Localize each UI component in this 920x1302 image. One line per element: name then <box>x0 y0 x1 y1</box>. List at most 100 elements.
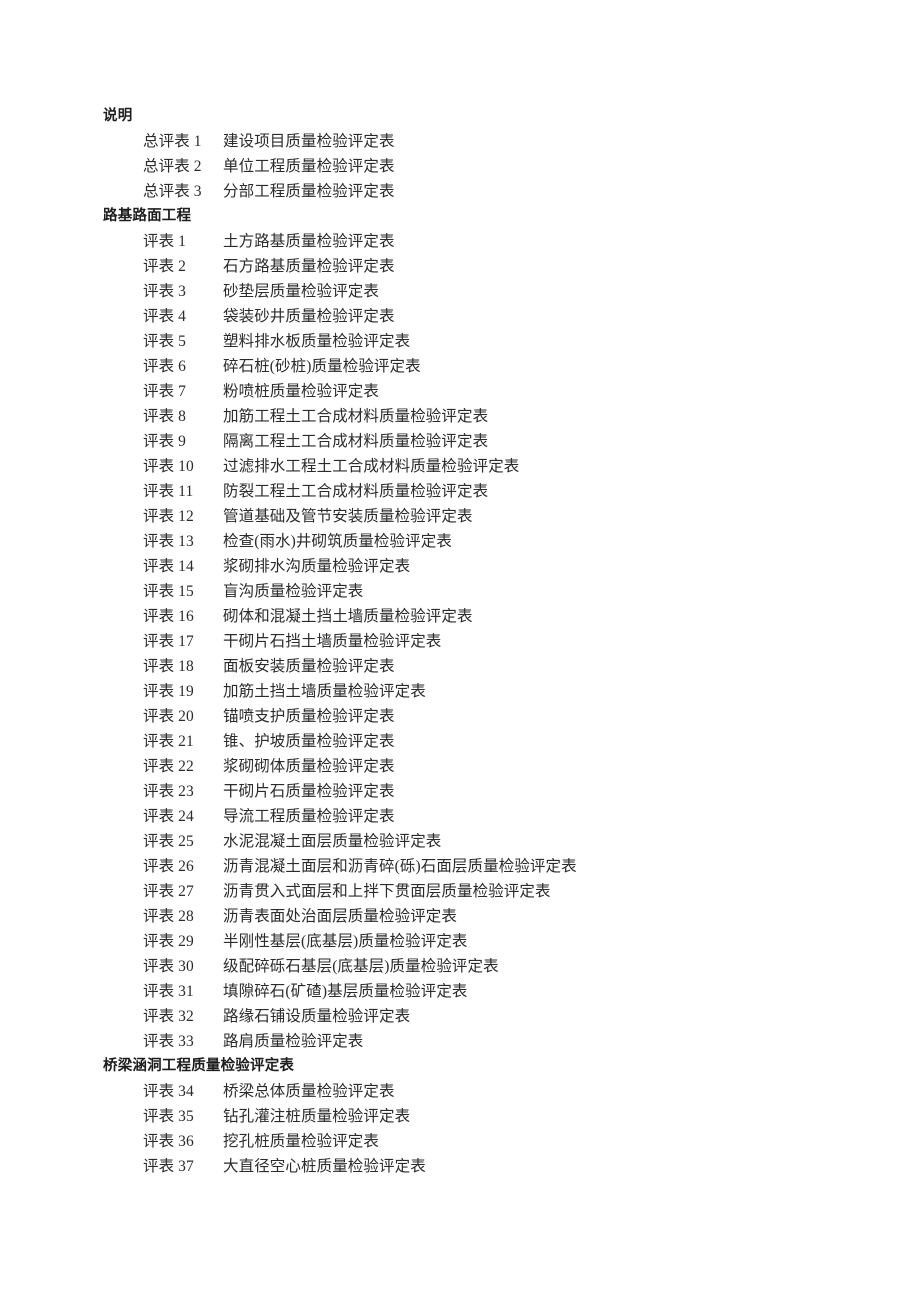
toc-entry[interactable]: 评表 20 锚喷支护质量检验评定表 <box>103 704 863 729</box>
toc-entry-label: 评表 27 <box>143 883 194 900</box>
toc-entry-label: 评表 21 <box>143 733 194 750</box>
toc-entry[interactable]: 评表 19 加筋土挡土墙质量检验评定表 <box>103 679 863 704</box>
toc-entry-label: 评表 15 <box>143 583 194 600</box>
toc-entry-label: 评表 23 <box>143 783 194 800</box>
toc-entry[interactable]: 评表 31 填隙碎石(矿碴)基层质量检验评定表 <box>103 979 863 1004</box>
toc-entry-label: 评表 7 <box>143 383 187 400</box>
toc-entry[interactable]: 评表 10 过滤排水工程土工合成材料质量检验评定表 <box>103 454 863 479</box>
toc-entry-title: 检查(雨水)井砌筑质量检验评定表 <box>223 533 452 550</box>
toc-entry-title: 路肩质量检验评定表 <box>223 1033 364 1050</box>
toc-entry-title: 粉喷桩质量检验评定表 <box>223 383 380 400</box>
section-heading: 说明 <box>103 108 133 124</box>
toc-entry[interactable]: 评表 7 粉喷桩质量检验评定表 <box>103 379 863 404</box>
toc-entry-title: 桥梁总体质量检验评定表 <box>223 1083 395 1100</box>
toc-entry-label: 评表 35 <box>143 1108 194 1125</box>
toc-entry-title: 大直径空心桩质量检验评定表 <box>223 1158 426 1175</box>
toc-entry[interactable]: 总评表 3 分部工程质量检验评定表 <box>103 179 863 204</box>
toc-entry[interactable]: 评表 36 挖孔桩质量检验评定表 <box>103 1129 863 1154</box>
toc-entry-title: 土方路基质量检验评定表 <box>223 233 395 250</box>
toc-entry-title: 加筋土挡土墙质量检验评定表 <box>223 683 426 700</box>
toc-entry-label: 评表 3 <box>143 283 187 300</box>
toc-entry-label: 评表 9 <box>143 433 187 450</box>
toc-entry-label: 评表 10 <box>143 458 194 475</box>
toc-entry[interactable]: 评表 15 盲沟质量检验评定表 <box>103 579 863 604</box>
toc-entry-label: 评表 30 <box>143 958 194 975</box>
toc-entry-title: 防裂工程土工合成材料质量检验评定表 <box>223 483 489 500</box>
toc-entry[interactable]: 评表 13 检查(雨水)井砌筑质量检验评定表 <box>103 529 863 554</box>
toc-entry[interactable]: 评表 37 大直径空心桩质量检验评定表 <box>103 1154 863 1179</box>
toc-entry[interactable]: 评表 4 袋装砂井质量检验评定表 <box>103 304 863 329</box>
toc-entry[interactable]: 评表 18 面板安装质量检验评定表 <box>103 654 863 679</box>
toc-entry-title: 面板安装质量检验评定表 <box>223 658 395 675</box>
toc-entry[interactable]: 评表 12 管道基础及管节安装质量检验评定表 <box>103 504 863 529</box>
toc-entry-title: 填隙碎石(矿碴)基层质量检验评定表 <box>223 983 468 1000</box>
toc-entry-label: 评表 33 <box>143 1033 194 1050</box>
toc-entry-title: 沥青贯入式面层和上拌下贯面层质量检验评定表 <box>223 883 551 900</box>
toc-entry-label: 评表 25 <box>143 833 194 850</box>
toc-entry[interactable]: 评表 9 隔离工程土工合成材料质量检验评定表 <box>103 429 863 454</box>
toc-entry-label: 评表 8 <box>143 408 187 425</box>
toc-entry[interactable]: 评表 14 浆砌排水沟质量检验评定表 <box>103 554 863 579</box>
document-page: 说明总评表 1 建设项目质量检验评定表 总评表 2 单位工程质量检验评定表 总评表 3 分… <box>0 0 920 1302</box>
toc-entry-title: 挖孔桩质量检验评定表 <box>223 1133 380 1150</box>
toc-entry[interactable]: 评表 30 级配碎砾石基层(底基层)质量检验评定表 <box>103 954 863 979</box>
toc-entry-label: 评表 1 <box>143 233 187 250</box>
toc-entry-title: 半刚性基层(底基层)质量检验评定表 <box>223 933 468 950</box>
toc-entry-title: 导流工程质量检验评定表 <box>223 808 395 825</box>
toc-entry-label: 评表 14 <box>143 558 194 575</box>
toc-entry-label: 评表 28 <box>143 908 194 925</box>
toc-entry-label: 评表 17 <box>143 633 194 650</box>
toc-entry[interactable]: 评表 5 塑料排水板质量检验评定表 <box>103 329 863 354</box>
toc-entry[interactable]: 评表 8 加筋工程土工合成材料质量检验评定表 <box>103 404 863 429</box>
toc-entry[interactable]: 评表 23 干砌片石质量检验评定表 <box>103 779 863 804</box>
toc-entry-label: 评表 16 <box>143 608 194 625</box>
toc-entry[interactable]: 评表 16 砌体和混凝土挡土墙质量检验评定表 <box>103 604 863 629</box>
toc-entry[interactable]: 评表 26 沥青混凝土面层和沥青碎(砾)石面层质量检验评定表 <box>103 854 863 879</box>
toc-entry-label: 评表 12 <box>143 508 194 525</box>
toc-entry-label: 评表 19 <box>143 683 194 700</box>
toc-entry[interactable]: 评表 34 桥梁总体质量检验评定表 <box>103 1079 863 1104</box>
toc-entry[interactable]: 评表 1 土方路基质量检验评定表 <box>103 229 863 254</box>
toc-section: 桥梁涵洞工程质量检验评定表评表 34 桥梁总体质量检验评定表 评表 35 钻孔灌注桩质… <box>103 1054 863 1179</box>
toc-section: 路基路面工程 评表 1 土方路基质量检验评定表 评表 2 石方路基质量检验评定表 评表 3… <box>103 204 863 1054</box>
toc-entry[interactable]: 评表 25 水泥混凝土面层质量检验评定表 <box>103 829 863 854</box>
toc-entry-title: 加筋工程土工合成材料质量检验评定表 <box>223 408 489 425</box>
toc-entry[interactable]: 总评表 1 建设项目质量检验评定表 <box>103 129 863 154</box>
toc-entry-title: 锚喷支护质量检验评定表 <box>223 708 395 725</box>
toc-entry-title: 沥青表面处治面层质量检验评定表 <box>223 908 458 925</box>
toc-entry[interactable]: 评表 11 防裂工程土工合成材料质量检验评定表 <box>103 479 863 504</box>
toc-entry[interactable]: 评表 35 钻孔灌注桩质量检验评定表 <box>103 1104 863 1129</box>
toc-entry[interactable]: 评表 28 沥青表面处治面层质量检验评定表 <box>103 904 863 929</box>
toc-entry-title: 干砌片石质量检验评定表 <box>223 783 395 800</box>
toc-entry-title: 建设项目质量检验评定表 <box>223 133 395 150</box>
toc-entry-title: 干砌片石挡土墙质量检验评定表 <box>223 633 442 650</box>
toc-entry-label: 评表 31 <box>143 983 194 1000</box>
toc-entry[interactable]: 总评表 2 单位工程质量检验评定表 <box>103 154 863 179</box>
toc-entry-title: 路缘石铺设质量检验评定表 <box>223 1008 411 1025</box>
toc-entry[interactable]: 评表 29 半刚性基层(底基层)质量检验评定表 <box>103 929 863 954</box>
toc-entry[interactable]: 评表 27 沥青贯入式面层和上拌下贯面层质量检验评定表 <box>103 879 863 904</box>
toc-entry-title: 石方路基质量检验评定表 <box>223 258 395 275</box>
toc-entry[interactable]: 评表 24 导流工程质量检验评定表 <box>103 804 863 829</box>
toc-entry-label: 评表 29 <box>143 933 194 950</box>
toc-section: 说明总评表 1 建设项目质量检验评定表 总评表 2 单位工程质量检验评定表 总评表 3 分… <box>103 104 863 204</box>
toc-entry[interactable]: 评表 17 干砌片石挡土墙质量检验评定表 <box>103 629 863 654</box>
toc-entry-label: 评表 26 <box>143 858 194 875</box>
toc-entry-title: 袋装砂井质量检验评定表 <box>223 308 395 325</box>
table-of-contents: 说明总评表 1 建设项目质量检验评定表 总评表 2 单位工程质量检验评定表 总评表 3 分… <box>103 104 863 1179</box>
toc-entry-label: 评表 36 <box>143 1133 194 1150</box>
toc-entry-label: 评表 5 <box>143 333 187 350</box>
toc-entry[interactable]: 评表 21 锥、护坡质量检验评定表 <box>103 729 863 754</box>
toc-entry-title: 浆砌砌体质量检验评定表 <box>223 758 395 775</box>
toc-entry-label: 评表 20 <box>143 708 194 725</box>
toc-entry[interactable]: 评表 32 路缘石铺设质量检验评定表 <box>103 1004 863 1029</box>
section-heading: 桥梁涵洞工程质量检验评定表 <box>103 1058 295 1074</box>
toc-entry-title: 塑料排水板质量检验评定表 <box>223 333 411 350</box>
toc-entry[interactable]: 评表 6 碎石桩(砂桩)质量检验评定表 <box>103 354 863 379</box>
toc-entry[interactable]: 评表 3 砂垫层质量检验评定表 <box>103 279 863 304</box>
toc-entry[interactable]: 评表 22 浆砌砌体质量检验评定表 <box>103 754 863 779</box>
toc-entry[interactable]: 评表 33 路肩质量检验评定表 <box>103 1029 863 1054</box>
toc-entry[interactable]: 评表 2 石方路基质量检验评定表 <box>103 254 863 279</box>
toc-entry-label: 评表 37 <box>143 1158 194 1175</box>
toc-entry-label: 评表 32 <box>143 1008 194 1025</box>
